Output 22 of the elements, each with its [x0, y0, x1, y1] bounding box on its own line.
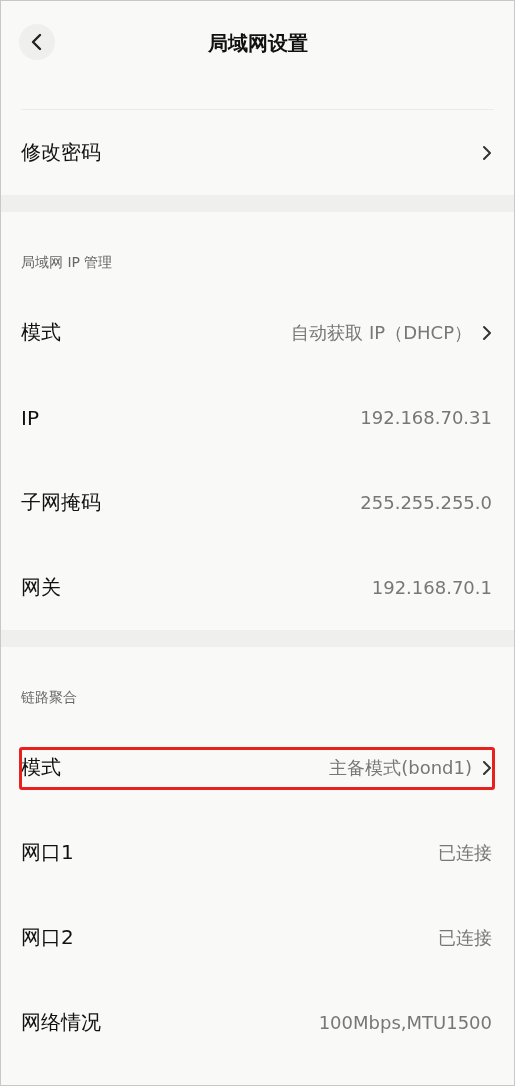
section-title: 链路聚合 — [21, 689, 77, 707]
row-label: 修改密码 — [21, 139, 101, 166]
row-label: 子网掩码 — [21, 489, 101, 516]
row-label: 网关 — [21, 574, 61, 601]
page-title: 局域网设置 — [207, 29, 308, 57]
row-label: 模式 — [21, 754, 61, 781]
row-label: 模式 — [21, 319, 61, 346]
back-button[interactable] — [19, 24, 55, 60]
row-value: 已连接 — [438, 840, 492, 865]
row-value: 192.168.70.1 — [371, 577, 492, 598]
row-value: 192.168.70.31 — [360, 407, 492, 428]
back-icon — [30, 32, 44, 52]
section-title: 局域网 IP 管理 — [21, 254, 113, 272]
row-value: 已连接 — [438, 925, 492, 950]
row-label: 网口1 — [21, 839, 74, 866]
row-label: IP — [21, 405, 39, 430]
row-value: 255.255.255.0 — [360, 492, 492, 513]
row-value: 主备模式(bond1) — [329, 755, 472, 780]
row-label: 网络情况 — [21, 1009, 101, 1036]
row-value: 100Mbps,MTU1500 — [318, 1012, 492, 1033]
row-label: 网口2 — [21, 924, 74, 951]
row-value: 自动获取 IP（DHCP） — [291, 320, 472, 345]
